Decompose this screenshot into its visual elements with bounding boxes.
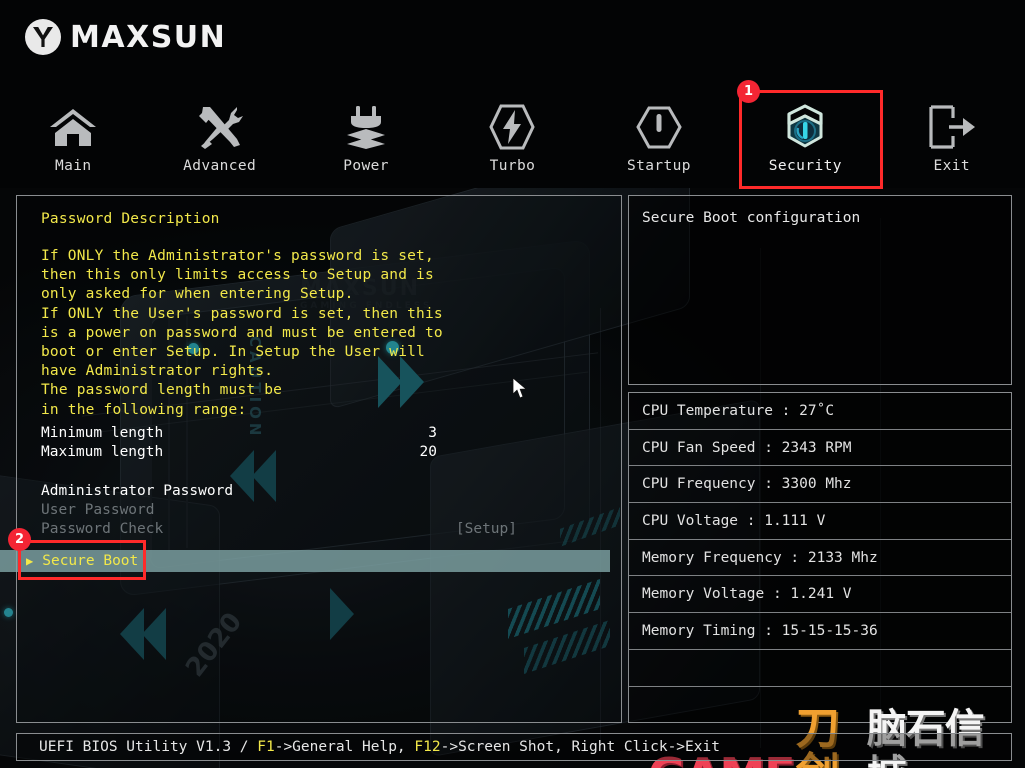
hw-row-cpu-fan-speed: CPU Fan Speed : 2343 RPM [629,430,1011,467]
password-description-title: Password Description [41,211,220,227]
annotation-badge-1: 1 [737,80,760,103]
nav-label-startup: Startup [626,158,691,174]
nav-label-main: Main [54,158,92,174]
footer-mid2: ->Screen Shot, Right Click->Exit [440,739,720,755]
administrator-password-label: Administrator Password [41,483,234,499]
minimum-length-row: Minimum length 3 [41,425,601,441]
hw-row-cpu-voltage: CPU Voltage : 1.111 V [629,503,1011,540]
hw-row-empty-1 [629,650,1011,687]
nav-label-exit: Exit [933,158,970,174]
hw-row-memory-voltage: Memory Voltage : 1.241 V [629,576,1011,614]
secure-boot-label: Secure Boot [42,553,139,569]
shield-hex-icon [780,102,830,152]
hw-row-cpu-temperature: CPU Temperature : 27˚C [629,393,1011,430]
nav-tab-startup[interactable]: Startup [586,88,732,186]
power-button-icon [635,102,683,152]
user-password-row[interactable]: User Password [41,502,601,518]
password-check-value: [Setup] [455,521,517,537]
lightning-hex-icon [489,102,536,152]
minimum-length-value: 3 [428,425,437,441]
status-bar-text: UEFI BIOS Utility V1.3 / F1->General Hel… [39,739,720,755]
footer-key-f1: F1 [257,739,275,755]
power-stack-icon [343,102,389,152]
mouse-cursor [512,377,530,405]
submenu-arrow-icon: ▶ [26,554,34,568]
help-text: Secure Boot configuration [642,210,861,226]
minimum-length-label: Minimum length [41,425,164,441]
password-check-label: Password Check [41,521,164,537]
nav-label-power: Power [343,158,389,174]
nav-tab-security[interactable]: Security [732,88,878,186]
brand-name: MAXSUN [70,19,227,55]
maxsun-logo-icon [25,19,61,55]
exit-arrow-icon [927,102,977,152]
footer-mid1: ->General Help, [274,739,415,755]
nav-tab-power[interactable]: Power [293,88,439,186]
nav-tab-main[interactable]: Main [0,88,146,186]
annotation-badge-2: 2 [8,528,31,551]
nav-tab-advanced[interactable]: Advanced [146,88,292,186]
help-panel: Secure Boot configuration [628,195,1012,385]
user-password-label: User Password [41,502,155,518]
password-check-row[interactable]: Password Check [Setup] [41,521,601,537]
nav-label-security: Security [768,158,842,174]
hardware-monitor-panel: CPU Temperature : 27˚C CPU Fan Speed : 2… [628,392,1012,723]
hw-row-cpu-frequency: CPU Frequency : 3300 Mhz [629,466,1011,504]
bios-screen: CAUTION 2020 MAXSUN GAMING ENDLESS MAXSUN… [0,0,1025,768]
secure-boot-row[interactable]: ▶ Secure Boot [0,550,610,572]
brand-logo: MAXSUN [25,19,226,55]
footer-prefix: UEFI BIOS Utility V1.3 / [39,739,258,755]
nav-label-turbo: Turbo [489,158,536,174]
password-description-body: If ONLY the Administrator's password is … [41,248,443,418]
hw-row-memory-timing: Memory Timing : 15-15-15-36 [629,613,1011,650]
nav-tab-turbo[interactable]: Turbo [439,88,585,186]
hw-row-memory-frequency: Memory Frequency : 2133 Mhz [629,540,1011,577]
administrator-password-row[interactable]: Administrator Password [41,483,601,499]
nav-tab-exit[interactable]: Exit [879,88,1025,186]
footer-key-f12: F12 [414,739,441,755]
tools-icon [196,102,244,152]
main-navigation[interactable]: Main Advanced Power Turbo Startup Securi… [0,88,1025,186]
home-icon [48,102,98,152]
nav-label-advanced: Advanced [183,158,257,174]
header-bar: MAXSUN [0,0,1025,72]
status-bar: UEFI BIOS Utility V1.3 / F1->General Hel… [16,733,1012,761]
maximum-length-row: Maximum length 20 [41,444,601,460]
maximum-length-label: Maximum length [41,444,164,460]
settings-panel: Password Description If ONLY the Adminis… [16,195,622,723]
maximum-length-value: 20 [419,444,437,460]
